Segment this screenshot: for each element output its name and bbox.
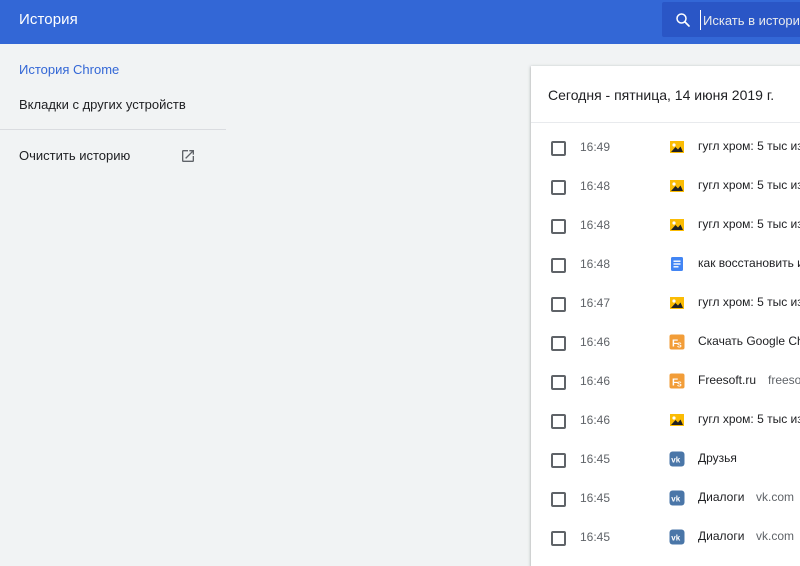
- history-row[interactable]: 16:48 гугл хром: 5 тыс изо: [531, 167, 800, 206]
- history-row[interactable]: 16:45 vk Друзья: [531, 440, 800, 479]
- sidebar-item-other-devices[interactable]: Вкладки с других устройств: [19, 97, 186, 112]
- svg-text:vk: vk: [671, 495, 680, 504]
- row-checkbox[interactable]: [551, 453, 566, 468]
- visit-time: 16:47: [580, 296, 611, 310]
- svg-text:S: S: [677, 343, 682, 350]
- row-checkbox[interactable]: [551, 258, 566, 273]
- history-row[interactable]: 16:49 гугл хром: 5 тыс изо: [531, 128, 800, 167]
- page-title-link[interactable]: Скачать Google Chro: [698, 334, 800, 348]
- page-title: История: [19, 11, 78, 28]
- history-row[interactable]: 16:45 vk Диалоги vk.com: [531, 479, 800, 518]
- row-checkbox[interactable]: [551, 375, 566, 390]
- visit-time: 16:48: [580, 218, 611, 232]
- svg-text:vk: vk: [671, 534, 680, 543]
- history-row[interactable]: 16:46 F S Freesoft.ru freeso: [531, 362, 800, 401]
- page-title-link[interactable]: гугл хром: 5 тыс изо: [698, 412, 800, 426]
- history-row[interactable]: 16:46 гугл хром: 5 тыс изо: [531, 401, 800, 440]
- visit-time: 16:48: [580, 179, 611, 193]
- page-title-link[interactable]: как восстановить и: [698, 256, 800, 270]
- history-row[interactable]: 16:45 vk Диалоги vk.com: [531, 518, 800, 557]
- sidebar-item-clear-history[interactable]: Очистить историю: [19, 148, 130, 163]
- search-icon[interactable]: [674, 11, 692, 29]
- card-divider: [531, 122, 800, 123]
- search-input[interactable]: [700, 10, 800, 30]
- row-checkbox[interactable]: [551, 141, 566, 156]
- date-heading: Сегодня - пятница, 14 июня 2019 г.: [548, 87, 775, 103]
- page-title-link[interactable]: Диалоги: [698, 490, 744, 504]
- page-title-link[interactable]: Друзья: [698, 451, 737, 465]
- row-checkbox[interactable]: [551, 492, 566, 507]
- visit-time: 16:48: [580, 257, 611, 271]
- svg-text:S: S: [677, 382, 682, 389]
- history-row[interactable]: 16:48 как восстановить и: [531, 245, 800, 284]
- row-checkbox[interactable]: [551, 219, 566, 234]
- page-title-link[interactable]: Диалоги: [698, 529, 744, 543]
- row-checkbox[interactable]: [551, 297, 566, 312]
- visit-time: 16:46: [580, 413, 611, 427]
- svg-text:vk: vk: [671, 456, 680, 465]
- page-domain: vk.com: [756, 529, 795, 543]
- row-checkbox[interactable]: [551, 336, 566, 351]
- visit-time: 16:49: [580, 140, 611, 154]
- page-domain: freeso: [768, 373, 800, 387]
- visit-time: 16:46: [580, 335, 611, 349]
- history-row[interactable]: 16:48 гугл хром: 5 тыс изо: [531, 206, 800, 245]
- row-checkbox[interactable]: [551, 414, 566, 429]
- page-title-link[interactable]: гугл хром: 5 тыс изо: [698, 295, 800, 309]
- visit-time: 16:46: [580, 374, 611, 388]
- open-in-new-icon[interactable]: [180, 148, 196, 164]
- history-row[interactable]: 16:46FSСкачать Google Chro: [531, 323, 800, 362]
- page-title-link[interactable]: Freesoft.ru: [698, 373, 756, 387]
- history-card: Сегодня - пятница, 14 июня 2019 г. 16:49…: [531, 66, 800, 566]
- page-title-link[interactable]: гугл хром: 5 тыс изо: [698, 217, 800, 231]
- row-checkbox[interactable]: [551, 531, 566, 546]
- row-checkbox[interactable]: [551, 180, 566, 195]
- history-row[interactable]: 16:47 гугл хром: 5 тыс изо: [531, 284, 800, 323]
- visit-time: 16:45: [580, 530, 611, 544]
- visit-time: 16:45: [580, 491, 611, 505]
- page-domain: vk.com: [756, 490, 795, 504]
- toolbar: История: [0, 0, 800, 44]
- sidebar: История Chrome Вкладки с других устройст…: [0, 44, 226, 550]
- sidebar-item-chrome-history[interactable]: История Chrome: [19, 62, 119, 77]
- sidebar-divider: [0, 129, 226, 130]
- page-title-link[interactable]: гугл хром: 5 тыс изо: [698, 139, 800, 153]
- page-title-link[interactable]: гугл хром: 5 тыс изо: [698, 178, 800, 192]
- visit-time: 16:45: [580, 452, 611, 466]
- search-field[interactable]: [662, 2, 800, 37]
